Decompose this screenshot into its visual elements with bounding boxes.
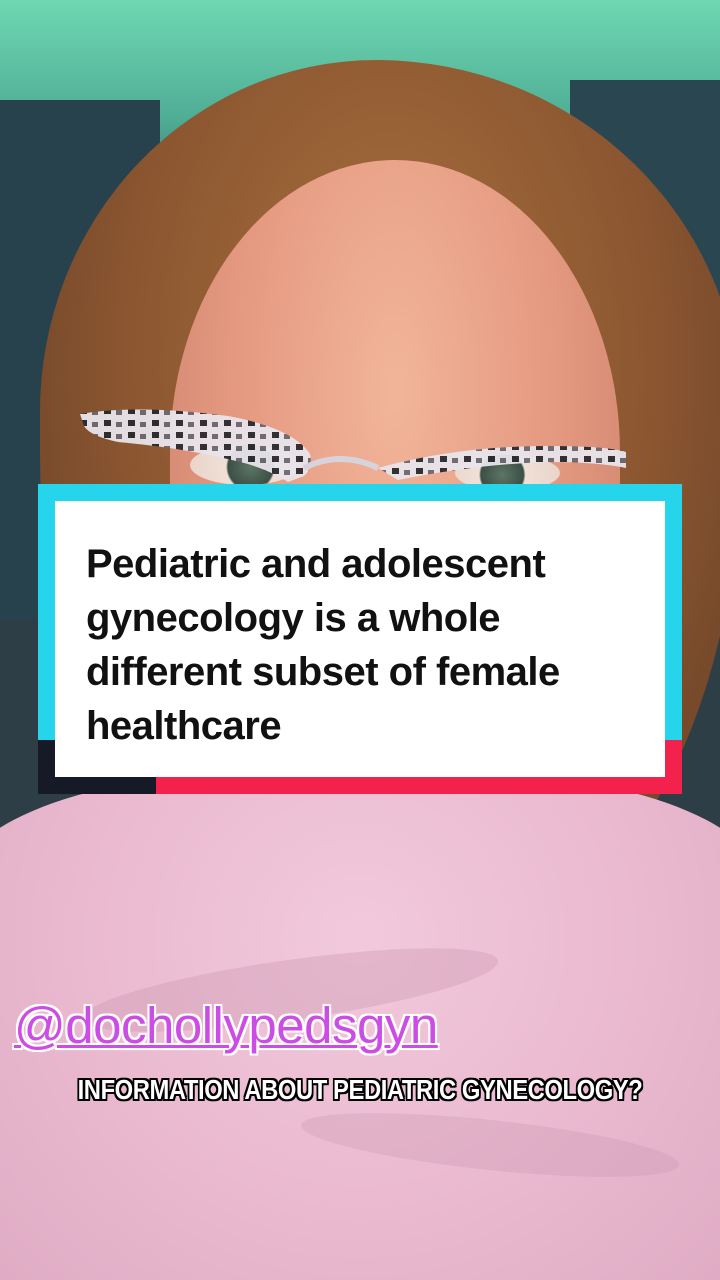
caption-card: Pediatric and adolescent gynecology is a… xyxy=(38,484,682,794)
user-mention-link[interactable]: @dochollypedsgyn xyxy=(14,996,438,1055)
video-subtitle: INFORMATION ABOUT PEDIATRIC GYNECOLOGY? xyxy=(77,1074,643,1105)
glasses-icon xyxy=(80,409,626,482)
caption-card-body: Pediatric and adolescent gynecology is a… xyxy=(55,501,665,777)
caption-text: Pediatric and adolescent gynecology is a… xyxy=(86,542,560,748)
